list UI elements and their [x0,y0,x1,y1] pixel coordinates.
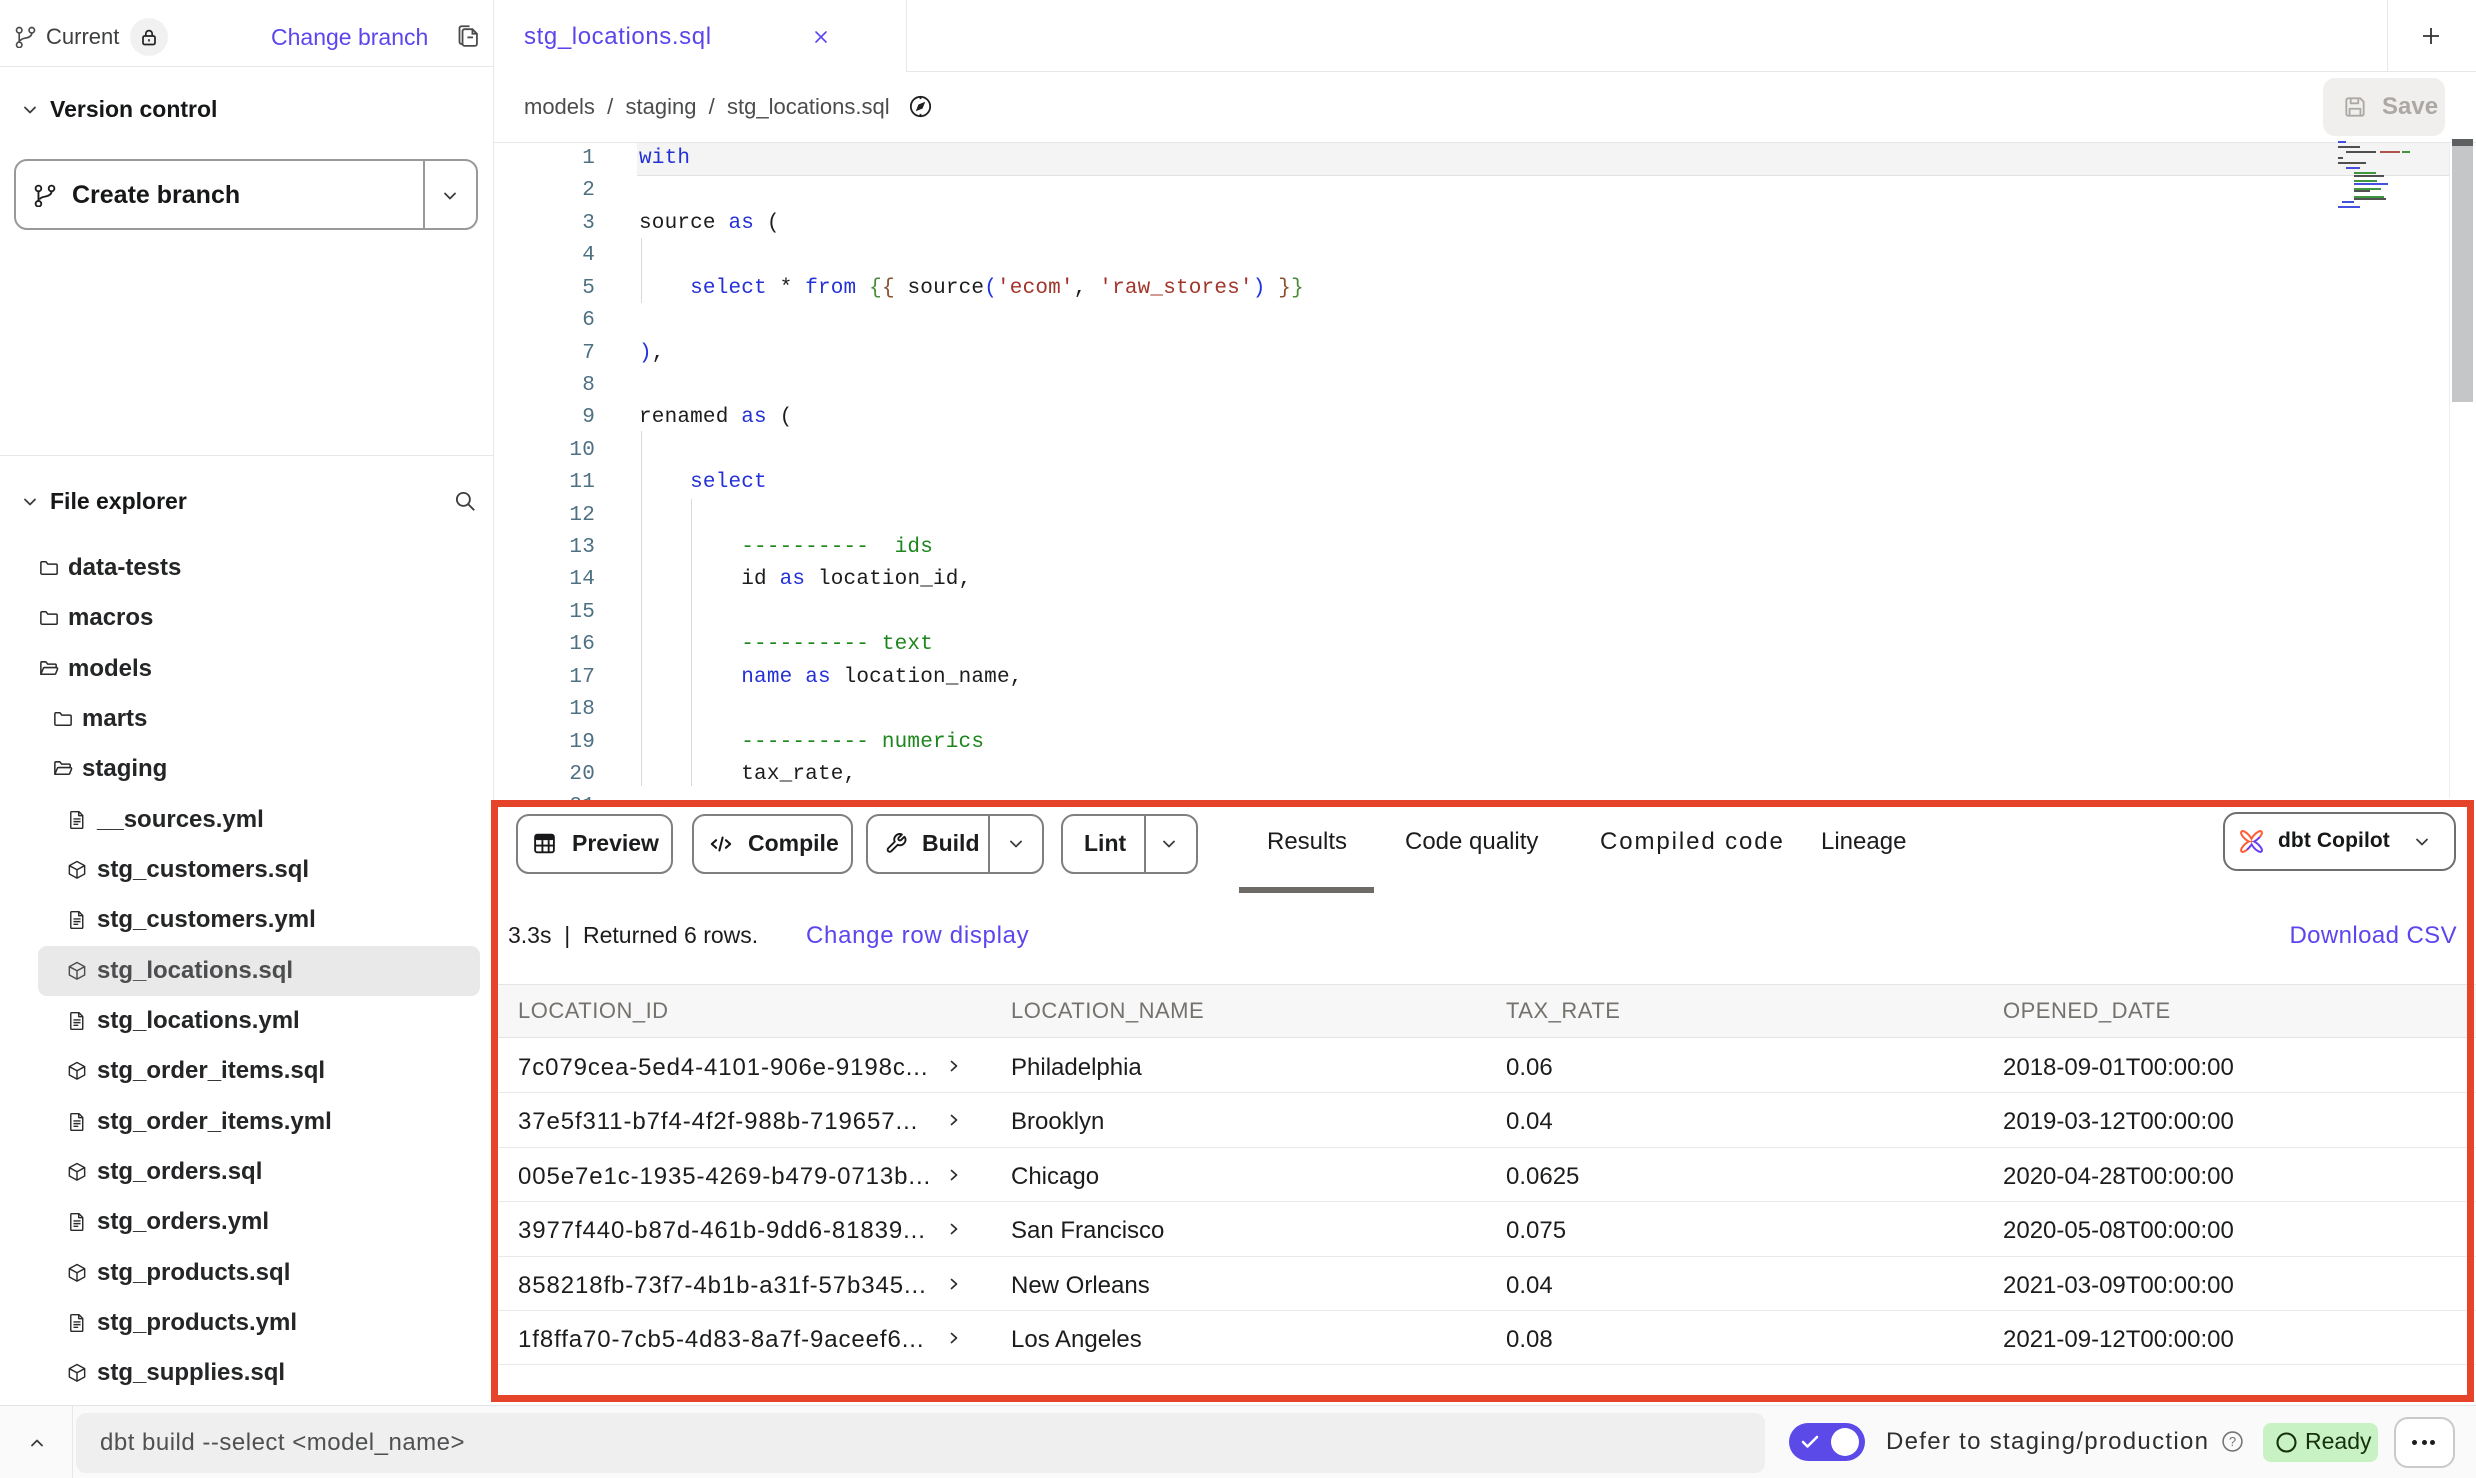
svg-text:?: ? [2229,1434,2236,1449]
